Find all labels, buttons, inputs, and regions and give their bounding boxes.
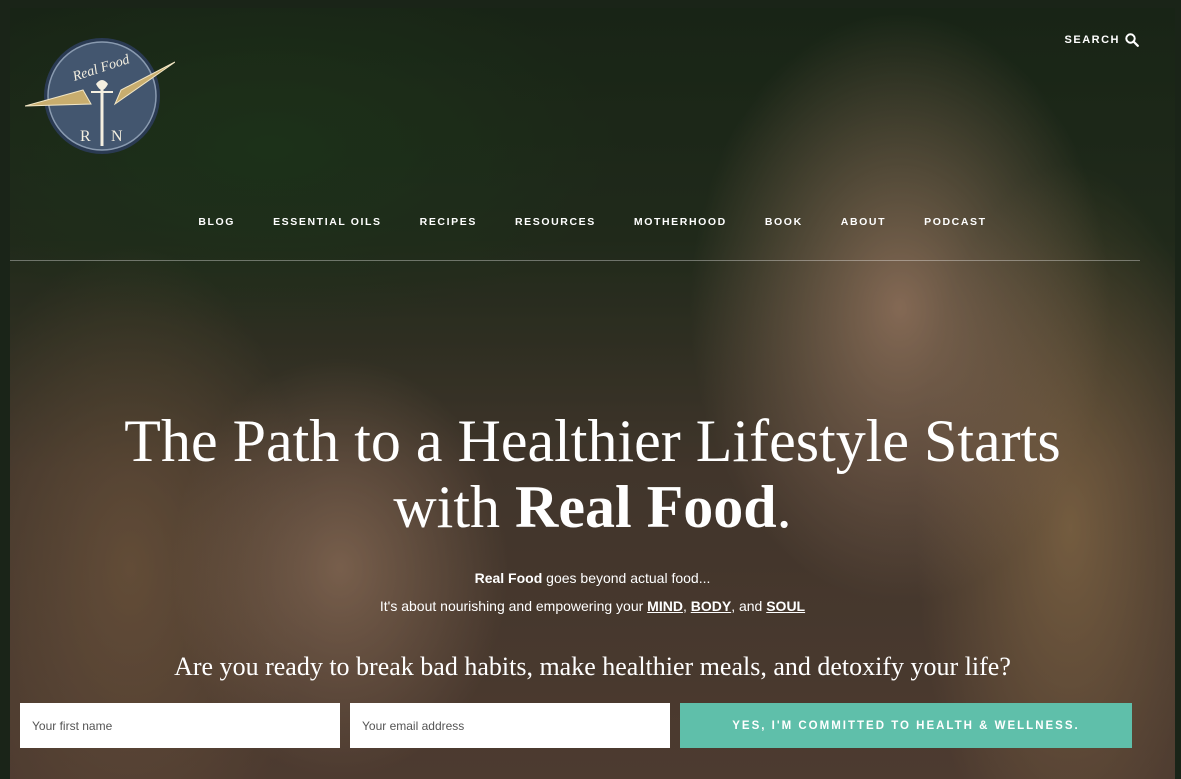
link-mind[interactable]: MIND [647,598,683,614]
nav-item-about[interactable]: ABOUT [822,213,905,231]
logo-letter-n: N [111,128,123,145]
nav-item-resources[interactable]: RESOURCES [496,213,615,231]
nav-item-motherhood[interactable]: MOTHERHOOD [615,213,746,231]
first-name-input[interactable] [20,703,340,748]
subtext-line-1-rest: goes beyond actual food... [542,570,711,586]
nav-item-blog[interactable]: BLOG [179,213,254,231]
subtext-and: , and [731,598,767,614]
search-icon [1125,33,1139,47]
subtext-line-2-pre: It's about nourishing and empowering you… [379,598,648,614]
nav-item-recipes[interactable]: RECIPES [401,213,496,231]
search-link[interactable]: SEARCH [1065,33,1139,47]
hero-background: R N Real Food SEARCH BLOG ESSENTIAL OILS… [10,8,1175,779]
main-nav: BLOG ESSENTIAL OILS RECIPES RESOURCES MO… [10,213,1175,231]
headline-line-1: The Path to a Healthier Lifestyle Starts [124,408,1061,474]
subtext-line-2: It's about nourishing and empowering you… [10,592,1175,620]
headline-line-2: with Real Food. [10,474,1175,540]
link-soul[interactable]: SOUL [766,598,805,614]
site-logo[interactable]: R N Real Food [24,34,176,164]
nav-item-podcast[interactable]: PODCAST [905,213,1006,231]
hero-subtext: Real Food goes beyond actual food... It'… [10,564,1175,620]
nav-item-essential-oils[interactable]: ESSENTIAL OILS [254,213,401,231]
headline-bold: Real Food [515,474,777,540]
subtext-line-1: Real Food goes beyond actual food... [10,564,1175,592]
signup-form: YES, I'M COMMITTED TO HEALTH & WELLNESS. [20,703,1132,748]
headline-period: . [776,474,792,540]
hero-question: Are you ready to break bad habits, make … [174,652,1011,681]
subtext-bold: Real Food [474,570,543,586]
real-food-rn-logo-icon: R N Real Food [24,38,176,154]
nav-item-book[interactable]: BOOK [746,213,822,231]
submit-button[interactable]: YES, I'M COMMITTED TO HEALTH & WELLNESS. [680,703,1132,748]
logo-letter-r: R [80,128,91,145]
link-body[interactable]: BODY [691,598,731,614]
search-label: SEARCH [1064,34,1120,46]
headline-line-2-pre: with [393,474,515,540]
email-input[interactable] [350,703,670,748]
hero-headline: The Path to a Healthier Lifestyle Starts… [10,408,1175,540]
nav-divider [10,260,1140,261]
subtext-comma: , [682,598,691,614]
